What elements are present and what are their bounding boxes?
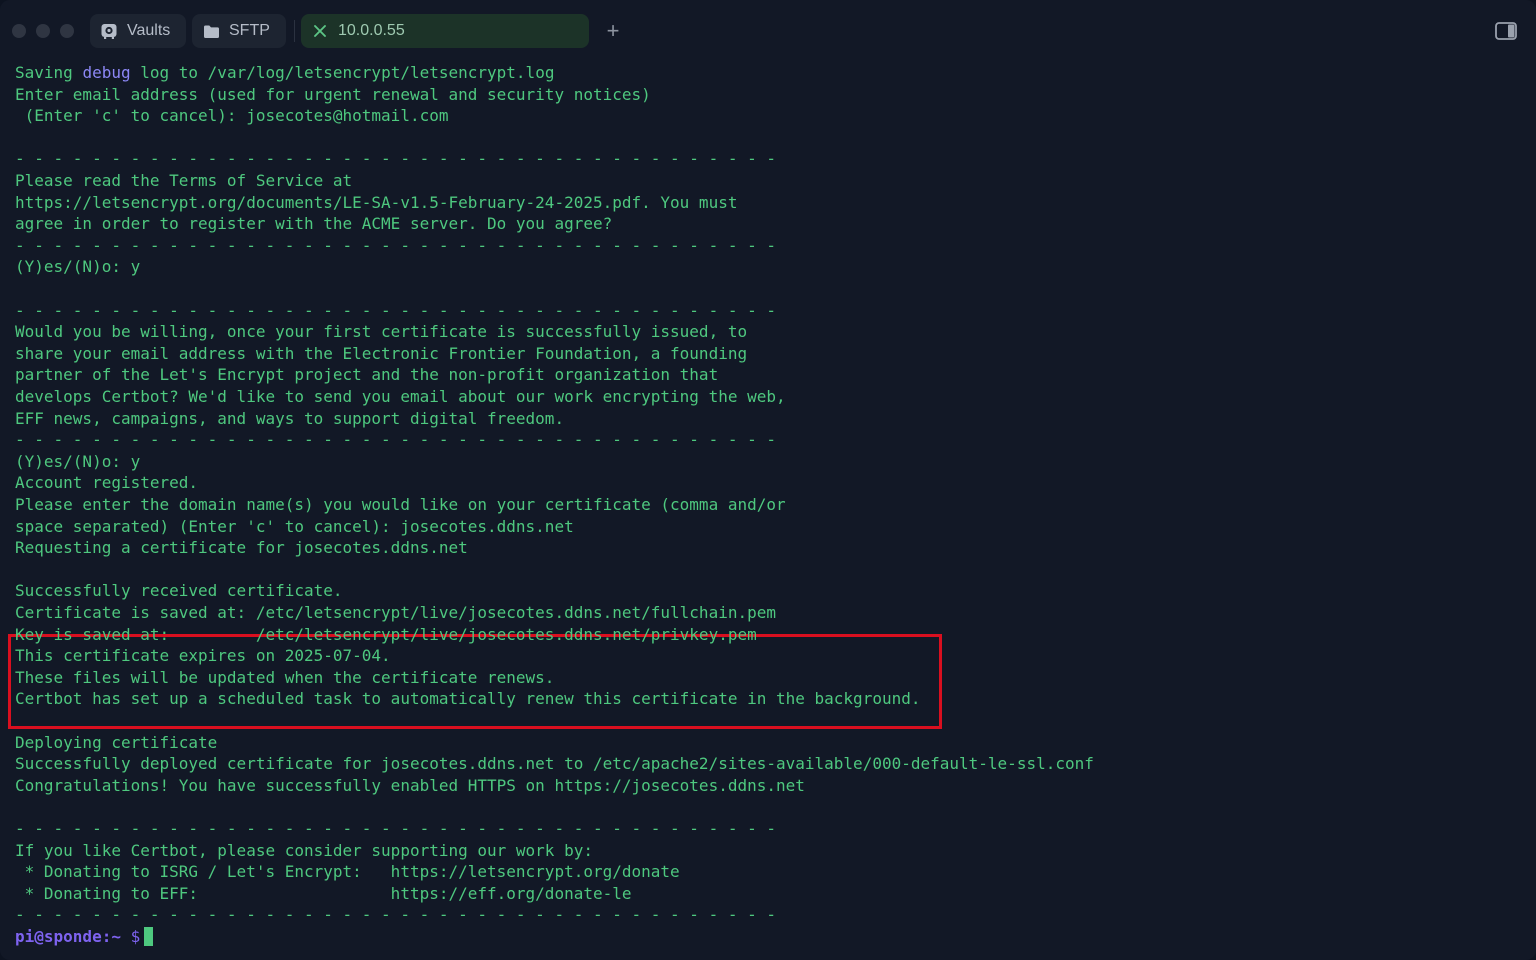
terminal-line: Key is saved at: /etc/letsencrypt/live/j… bbox=[15, 624, 757, 644]
terminal-line: https://letsencrypt.org/documents/LE-SA-… bbox=[15, 192, 738, 212]
minimize-window-button[interactable] bbox=[36, 24, 50, 38]
terminal-line: partner of the Let's Encrypt project and… bbox=[15, 365, 719, 385]
tab-label: SFTP bbox=[229, 22, 270, 39]
terminal-line: (Y)es/(N)o: y bbox=[15, 451, 141, 471]
zoom-window-button[interactable] bbox=[60, 24, 74, 38]
terminal-line: develops Certbot? We'd like to send you … bbox=[15, 387, 786, 406]
prompt-user-host: pi@sponde:~ bbox=[15, 927, 121, 946]
terminal-line: - - - - - - - - - - - - - - - - - - - - … bbox=[15, 905, 776, 925]
terminal-line: Requesting a certificate for josecotes.d… bbox=[15, 538, 468, 558]
terminal-cursor bbox=[144, 927, 154, 946]
terminal-line: Please read the Terms of Service at bbox=[15, 171, 353, 190]
tab-sftp[interactable]: SFTP bbox=[192, 14, 286, 48]
close-window-button[interactable] bbox=[12, 24, 26, 38]
terminal-line: If you like Certbot, please consider sup… bbox=[15, 840, 593, 860]
terminal-line: Would you be willing, once your first ce… bbox=[15, 322, 748, 342]
folder-icon bbox=[202, 22, 220, 40]
terminal-line: This certificate expires on 2025-07-04. bbox=[15, 646, 391, 666]
shell-prompt-line[interactable]: pi@sponde:~ $ bbox=[15, 926, 154, 947]
terminal-line: * Donating to ISRG / Let's Encrypt: http… bbox=[15, 862, 680, 882]
terminal-output[interactable]: Saving debug log to /var/log/letsencrypt… bbox=[0, 62, 1536, 960]
sidebar-toggle-icon[interactable] bbox=[1495, 22, 1517, 40]
terminal-line: Certbot has set up a scheduled task to a… bbox=[15, 689, 921, 709]
terminal-line: Successfully received certificate. bbox=[15, 581, 343, 601]
terminal-line: space separated) (Enter 'c' to cancel): … bbox=[15, 516, 574, 536]
terminal-line: share your email address with the Electr… bbox=[15, 343, 748, 363]
terminal-line: (Enter 'c' to cancel): josecotes@hotmail… bbox=[15, 106, 449, 126]
terminal-line: Saving debug log to /var/log/letsencrypt… bbox=[15, 63, 555, 82]
terminal-line: Certificate is saved at: /etc/letsencryp… bbox=[15, 603, 776, 622]
terminal-line: * Donating to EFF: https://eff.org/donat… bbox=[15, 883, 632, 903]
terminal-line: Successfully deployed certificate for jo… bbox=[15, 754, 1094, 774]
terminal-line: - - - - - - - - - - - - - - - - - - - - … bbox=[15, 819, 776, 838]
terminal-line: agree in order to register with the ACME… bbox=[15, 214, 613, 234]
vault-icon bbox=[100, 22, 118, 40]
terminal-window: Vaults SFTP 10.0.0.55 + Saving debug log… bbox=[0, 0, 1536, 960]
terminal-line: EFF news, campaigns, and ways to support… bbox=[15, 408, 565, 428]
tab-ssh-session[interactable]: 10.0.0.55 bbox=[301, 14, 589, 48]
prompt-symbol: $ bbox=[130, 927, 141, 946]
terminal-line: These files will be updated when the cer… bbox=[15, 667, 555, 687]
terminal-line: Congratulations! You have successfully e… bbox=[15, 775, 805, 795]
terminal-line: - - - - - - - - - - - - - - - - - - - - … bbox=[15, 300, 776, 320]
close-icon[interactable] bbox=[311, 22, 329, 40]
tab-vaults[interactable]: Vaults bbox=[90, 14, 186, 48]
terminal-line: (Y)es/(N)o: y bbox=[15, 257, 141, 277]
tab-label: Vaults bbox=[127, 22, 171, 39]
tab-bar: Vaults SFTP 10.0.0.55 + bbox=[0, 0, 1536, 62]
terminal-line: - - - - - - - - - - - - - - - - - - - - … bbox=[15, 430, 776, 450]
tab-label: 10.0.0.55 bbox=[338, 22, 405, 39]
terminal-line: Account registered. bbox=[15, 473, 199, 493]
terminal-line: Enter email address (used for urgent ren… bbox=[15, 84, 651, 104]
terminal-line: Please enter the domain name(s) you woul… bbox=[15, 495, 786, 514]
tab-divider bbox=[294, 20, 295, 42]
terminal-line: - - - - - - - - - - - - - - - - - - - - … bbox=[15, 149, 776, 169]
new-tab-button[interactable]: + bbox=[602, 20, 624, 42]
terminal-line: - - - - - - - - - - - - - - - - - - - - … bbox=[15, 235, 776, 255]
terminal-line: Deploying certificate bbox=[15, 732, 218, 752]
log-level-keyword: debug bbox=[82, 63, 131, 82]
